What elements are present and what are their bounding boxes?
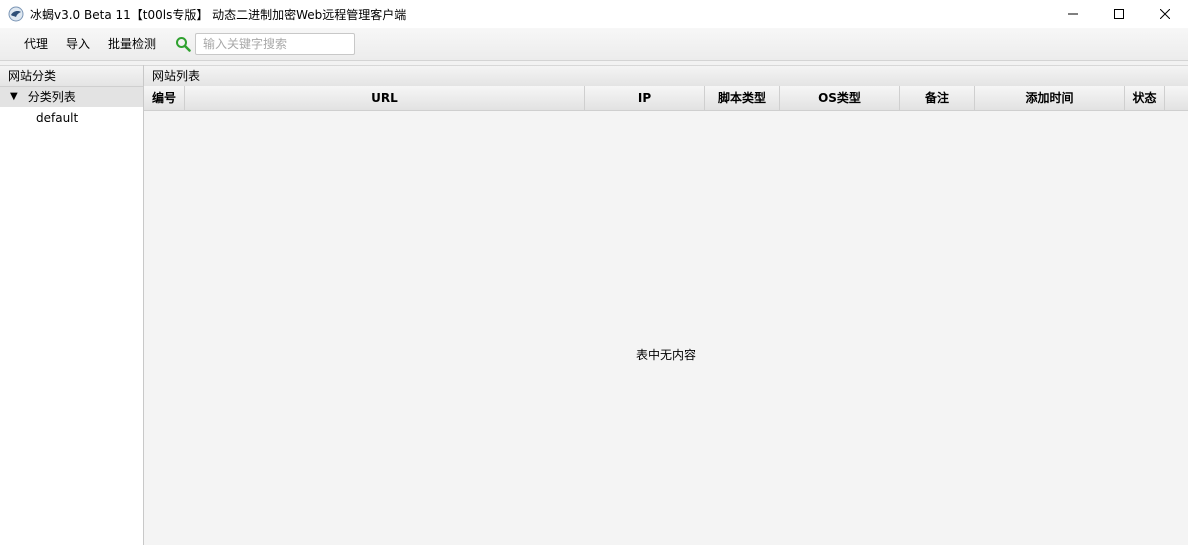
tree-root-label: 分类列表	[27, 90, 76, 104]
column-header-id[interactable]: 编号	[144, 86, 185, 110]
tree-item-default[interactable]: default	[0, 107, 143, 129]
site-list-header: 网站列表	[144, 65, 1188, 87]
column-header-added-time[interactable]: 添加时间	[975, 86, 1125, 110]
window-controls	[1050, 0, 1188, 28]
menu-bar: 代理 导入 批量检测	[0, 28, 1188, 61]
close-button[interactable]	[1142, 0, 1188, 28]
search-input[interactable]	[195, 33, 356, 55]
app-logo-icon	[8, 6, 24, 22]
column-header-ip[interactable]: IP	[585, 86, 705, 110]
empty-table-message: 表中无内容	[635, 348, 696, 362]
expand-arrow-icon[interactable]: ▼	[10, 87, 18, 107]
minimize-icon	[1068, 13, 1078, 15]
search-icon[interactable]	[175, 35, 193, 53]
column-header-script-type[interactable]: 脚本类型	[705, 86, 780, 110]
table-header: 编号 URL IP 脚本类型 OS类型 备注 添加时间 状态	[144, 86, 1188, 111]
menu-import[interactable]: 导入	[57, 28, 99, 60]
column-header-note[interactable]: 备注	[900, 86, 975, 110]
site-list-panel: 网站列表 编号 URL IP 脚本类型 OS类型 备注 添加时间 状态 表中无内…	[144, 65, 1188, 545]
category-panel: 网站分类 ▼ 分类列表 default	[0, 65, 144, 545]
maximize-button[interactable]	[1096, 0, 1142, 28]
menu-batch-check[interactable]: 批量检测	[99, 28, 165, 60]
category-panel-header: 网站分类	[0, 65, 143, 87]
menu-proxy[interactable]: 代理	[15, 28, 57, 60]
window-title: 冰蝎v3.0 Beta 11【t00ls专版】 动态二进制加密Web远程管理客户…	[30, 7, 407, 22]
tree-root-category-list[interactable]: ▼ 分类列表	[0, 87, 143, 107]
title-bar: 冰蝎v3.0 Beta 11【t00ls专版】 动态二进制加密Web远程管理客户…	[0, 0, 1188, 28]
maximize-icon	[1114, 9, 1124, 19]
column-header-status[interactable]: 状态	[1125, 86, 1165, 110]
column-header-url[interactable]: URL	[185, 86, 585, 110]
column-header-os-type[interactable]: OS类型	[780, 86, 900, 110]
close-icon	[1160, 9, 1170, 19]
minimize-button[interactable]	[1050, 0, 1096, 28]
